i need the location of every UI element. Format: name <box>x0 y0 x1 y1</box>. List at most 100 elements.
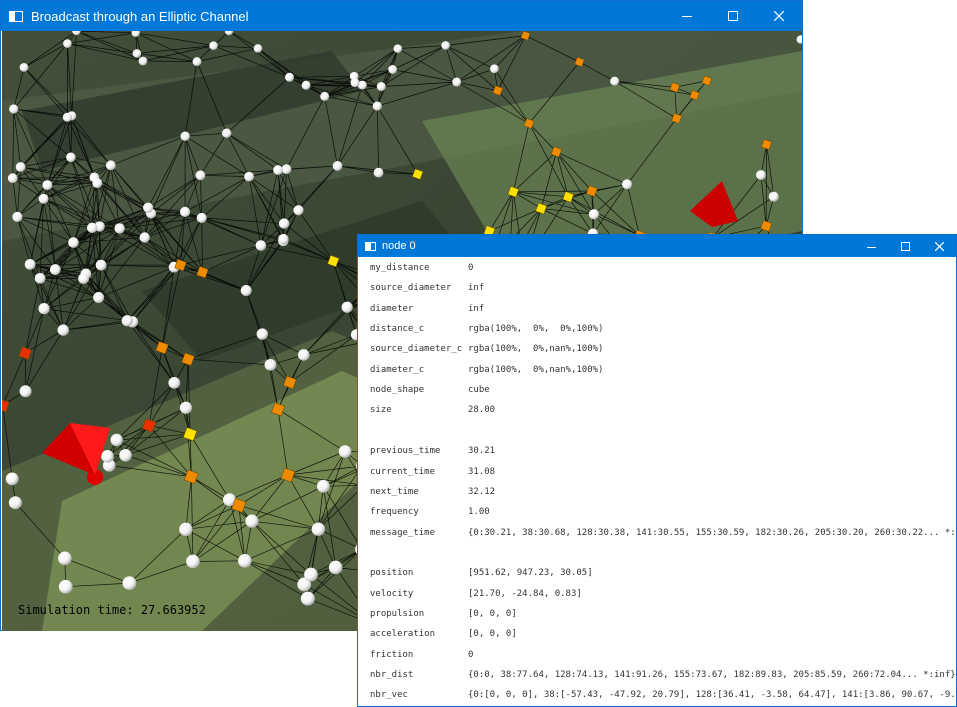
node-sphere[interactable] <box>285 72 295 82</box>
node-sphere[interactable] <box>278 233 289 245</box>
node-sphere[interactable] <box>376 82 386 92</box>
minimize-button[interactable] <box>854 235 888 257</box>
node-sphere[interactable] <box>49 264 61 275</box>
node-sphere[interactable] <box>58 579 73 594</box>
node-sphere[interactable] <box>42 180 53 191</box>
node-sphere[interactable] <box>756 170 766 180</box>
node-sphere[interactable] <box>139 232 150 243</box>
node-sphere[interactable] <box>66 152 76 163</box>
node-sphere[interactable] <box>179 401 193 414</box>
node-sphere[interactable] <box>38 303 50 315</box>
node-sphere[interactable] <box>253 44 263 53</box>
node-sphere[interactable] <box>300 591 315 606</box>
node-sphere[interactable] <box>328 560 343 575</box>
node-sphere[interactable] <box>304 567 318 582</box>
node-sphere[interactable] <box>78 273 89 284</box>
node-sphere[interactable] <box>388 65 398 74</box>
node-sphere[interactable] <box>143 202 154 213</box>
node-sphere[interactable] <box>297 349 310 361</box>
node-sphere[interactable] <box>244 171 255 182</box>
node-sphere[interactable] <box>768 191 779 202</box>
node-sphere[interactable] <box>441 41 450 50</box>
node-sphere[interactable] <box>293 205 304 216</box>
node-sphere[interactable] <box>57 324 69 336</box>
node-sphere[interactable] <box>138 56 148 66</box>
main-titlebar[interactable]: Broadcast through an Elliptic Channel <box>1 1 802 31</box>
node-titlebar[interactable]: node 0 <box>358 235 956 257</box>
node-sphere[interactable] <box>490 64 499 74</box>
node-sphere[interactable] <box>7 173 18 184</box>
node-sphere[interactable] <box>179 522 193 537</box>
node-sphere[interactable] <box>240 284 252 296</box>
minimize-button[interactable] <box>664 1 710 31</box>
node-sphere[interactable] <box>610 76 620 86</box>
node-sphere[interactable] <box>338 445 352 458</box>
node-sphere[interactable] <box>311 522 326 536</box>
node-sphere[interactable] <box>62 112 72 122</box>
node-sphere[interactable] <box>186 554 200 569</box>
node-sphere[interactable] <box>245 514 259 528</box>
node-sphere[interactable] <box>255 240 267 251</box>
node-sphere[interactable] <box>192 57 202 66</box>
property-name: distance_c <box>370 324 425 335</box>
node-sphere[interactable] <box>316 479 330 493</box>
node-sphere[interactable] <box>209 41 218 50</box>
node-sphere[interactable] <box>179 206 191 217</box>
node-sphere[interactable] <box>195 170 206 181</box>
node-sphere[interactable] <box>341 301 353 313</box>
node-sphere[interactable] <box>34 272 46 284</box>
node-sphere[interactable] <box>19 385 32 398</box>
node-sphere[interactable] <box>15 162 26 172</box>
node-sphere[interactable] <box>264 358 277 371</box>
node-sphere[interactable] <box>121 315 133 327</box>
node-sphere[interactable] <box>132 49 142 58</box>
node-sphere[interactable] <box>393 44 403 53</box>
maximize-button[interactable] <box>888 235 922 257</box>
node-sphere[interactable] <box>332 161 343 171</box>
node-sphere[interactable] <box>63 39 72 48</box>
node-sphere[interactable] <box>301 80 311 90</box>
node-sphere[interactable] <box>68 237 79 248</box>
node-sphere[interactable] <box>281 164 292 175</box>
node-sphere[interactable] <box>110 433 123 447</box>
node-sphere[interactable] <box>12 211 23 222</box>
close-button[interactable] <box>922 235 956 257</box>
close-button[interactable] <box>756 1 802 31</box>
node-sphere[interactable] <box>8 496 22 510</box>
node-sphere[interactable] <box>320 91 330 101</box>
node-sphere[interactable] <box>256 328 268 340</box>
node-sphere[interactable] <box>38 193 49 204</box>
node-sphere[interactable] <box>278 218 290 229</box>
node-sphere[interactable] <box>92 178 103 189</box>
node-sphere[interactable] <box>114 223 125 234</box>
node-sphere[interactable] <box>101 450 114 463</box>
node-sphere[interactable] <box>5 472 19 486</box>
node-sphere[interactable] <box>588 209 600 220</box>
node-sphere[interactable] <box>452 77 462 87</box>
node-sphere[interactable] <box>372 101 382 111</box>
node-sphere[interactable] <box>119 448 132 462</box>
node-sphere[interactable] <box>168 376 181 389</box>
node-sphere[interactable] <box>273 165 283 175</box>
node-sphere[interactable] <box>24 258 36 270</box>
node-inspector-window: node 0 my_distance 0 source_diameter inf dia… <box>357 234 957 707</box>
node-sphere[interactable] <box>196 212 207 224</box>
node-sphere[interactable] <box>58 551 72 566</box>
maximize-icon <box>900 241 910 251</box>
node-sphere[interactable] <box>373 167 384 178</box>
node-sphere[interactable] <box>93 292 105 304</box>
node-sphere[interactable] <box>95 259 107 271</box>
property-value: 0 <box>468 649 474 660</box>
node-sphere[interactable] <box>350 78 360 88</box>
node-sphere[interactable] <box>9 104 19 114</box>
node-sphere[interactable] <box>122 576 137 591</box>
node-sphere[interactable] <box>19 62 29 72</box>
node-sphere[interactable] <box>180 131 190 141</box>
property-value: {0:[0, 0, 0], 38:[-57.43, -47.92, 20.79]… <box>468 690 955 701</box>
node-sphere[interactable] <box>86 222 98 234</box>
node-sphere[interactable] <box>622 179 633 190</box>
node-sphere[interactable] <box>105 160 116 171</box>
maximize-button[interactable] <box>710 1 756 31</box>
node-sphere[interactable] <box>221 128 232 138</box>
node-sphere[interactable] <box>238 553 252 568</box>
